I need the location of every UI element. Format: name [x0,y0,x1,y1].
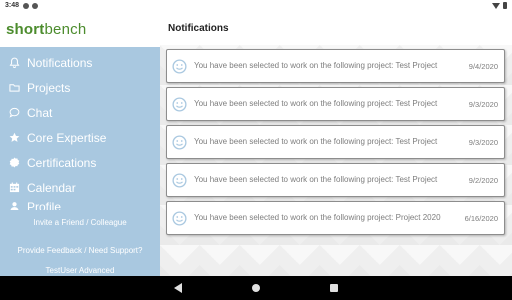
feedback-support-link[interactable]: Provide Feedback / Need Support? [0,246,160,255]
notification-message: You have been selected to work on the fo… [194,99,438,108]
sidebar-nav: Notifications Projects Chat Core Experti… [0,47,160,210]
battery-icon [503,2,507,9]
chat-icon [8,107,20,119]
sidebar-item-label: Projects [27,80,71,95]
notification-list: You have been selected to work on the fo… [166,49,506,239]
system-navigation-bar [0,276,512,300]
sidebar-item-notifications[interactable]: Notifications [0,50,160,75]
notification-date: 6/16/2020 [464,213,498,223]
sidebar: short bench Notifications Projects Chat C… [0,11,160,276]
calendar-icon [8,182,20,194]
star-icon [8,132,20,144]
brand-part-1: short [6,20,45,38]
sidebar-item-label: Chat [27,105,53,120]
invite-friend-link[interactable]: Invite a Friend / Colleague [0,218,160,227]
notification-item[interactable]: You have been selected to work on the fo… [166,49,505,83]
smiley-icon [172,172,187,188]
notification-item[interactable]: You have been selected to work on the fo… [166,125,505,159]
notification-message: You have been selected to work on the fo… [194,61,438,70]
sidebar-item-calendar[interactable]: Calendar [0,175,160,200]
notification-date: 9/3/2020 [468,99,498,109]
notification-date: 9/4/2020 [468,61,498,71]
notification-date: 9/3/2020 [468,137,498,147]
notification-message: You have been selected to work on the fo… [194,213,441,222]
brand-part-2: bench [44,20,87,38]
settings-status-icon [23,2,30,9]
notification-item[interactable]: You have been selected to work on the fo… [166,163,505,197]
smiley-icon [172,134,187,150]
recent-apps-icon[interactable] [330,284,338,292]
main-panel: Notifications You have been selected to … [160,11,512,276]
sidebar-item-label: Calendar [27,180,76,195]
back-icon[interactable] [174,283,182,293]
status-time: 3:48 [5,2,20,9]
user-name: TestUser Advanced [45,266,115,275]
person-icon [8,200,20,210]
notification-item[interactable]: You have been selected to work on the fo… [166,87,505,121]
sidebar-item-label: Notifications [27,55,93,70]
notification-message: You have been selected to work on the fo… [194,175,438,184]
sidebar-item-projects[interactable]: Projects [0,75,160,100]
folder-icon [8,82,20,94]
notification-date: 9/2/2020 [468,175,498,185]
badge-icon [8,157,20,169]
page-title: Notifications [160,11,512,45]
sidebar-item-chat[interactable]: Chat [0,100,160,125]
notification-item[interactable]: You have been selected to work on the fo… [166,201,505,235]
brand-logo: short bench [0,11,160,47]
sidebar-item-label: Certifications [27,155,97,170]
status-bar: 3:48 [0,0,512,11]
sidebar-item-certifications[interactable]: Certifications [0,150,160,175]
smiley-icon [172,58,187,74]
wifi-icon [492,2,500,9]
sidebar-item-core-expertise[interactable]: Core Expertise [0,125,160,150]
sidebar-item-label: Profile [27,200,62,210]
notification-message: You have been selected to work on the fo… [194,137,438,146]
sidebar-item-label: Core Expertise [27,130,107,145]
smiley-icon [172,210,187,226]
home-icon[interactable] [252,284,260,292]
bell-icon [8,57,20,69]
smiley-icon [172,96,187,112]
notification-status-icon [32,2,39,9]
sidebar-item-profile[interactable]: Profile [0,200,160,210]
